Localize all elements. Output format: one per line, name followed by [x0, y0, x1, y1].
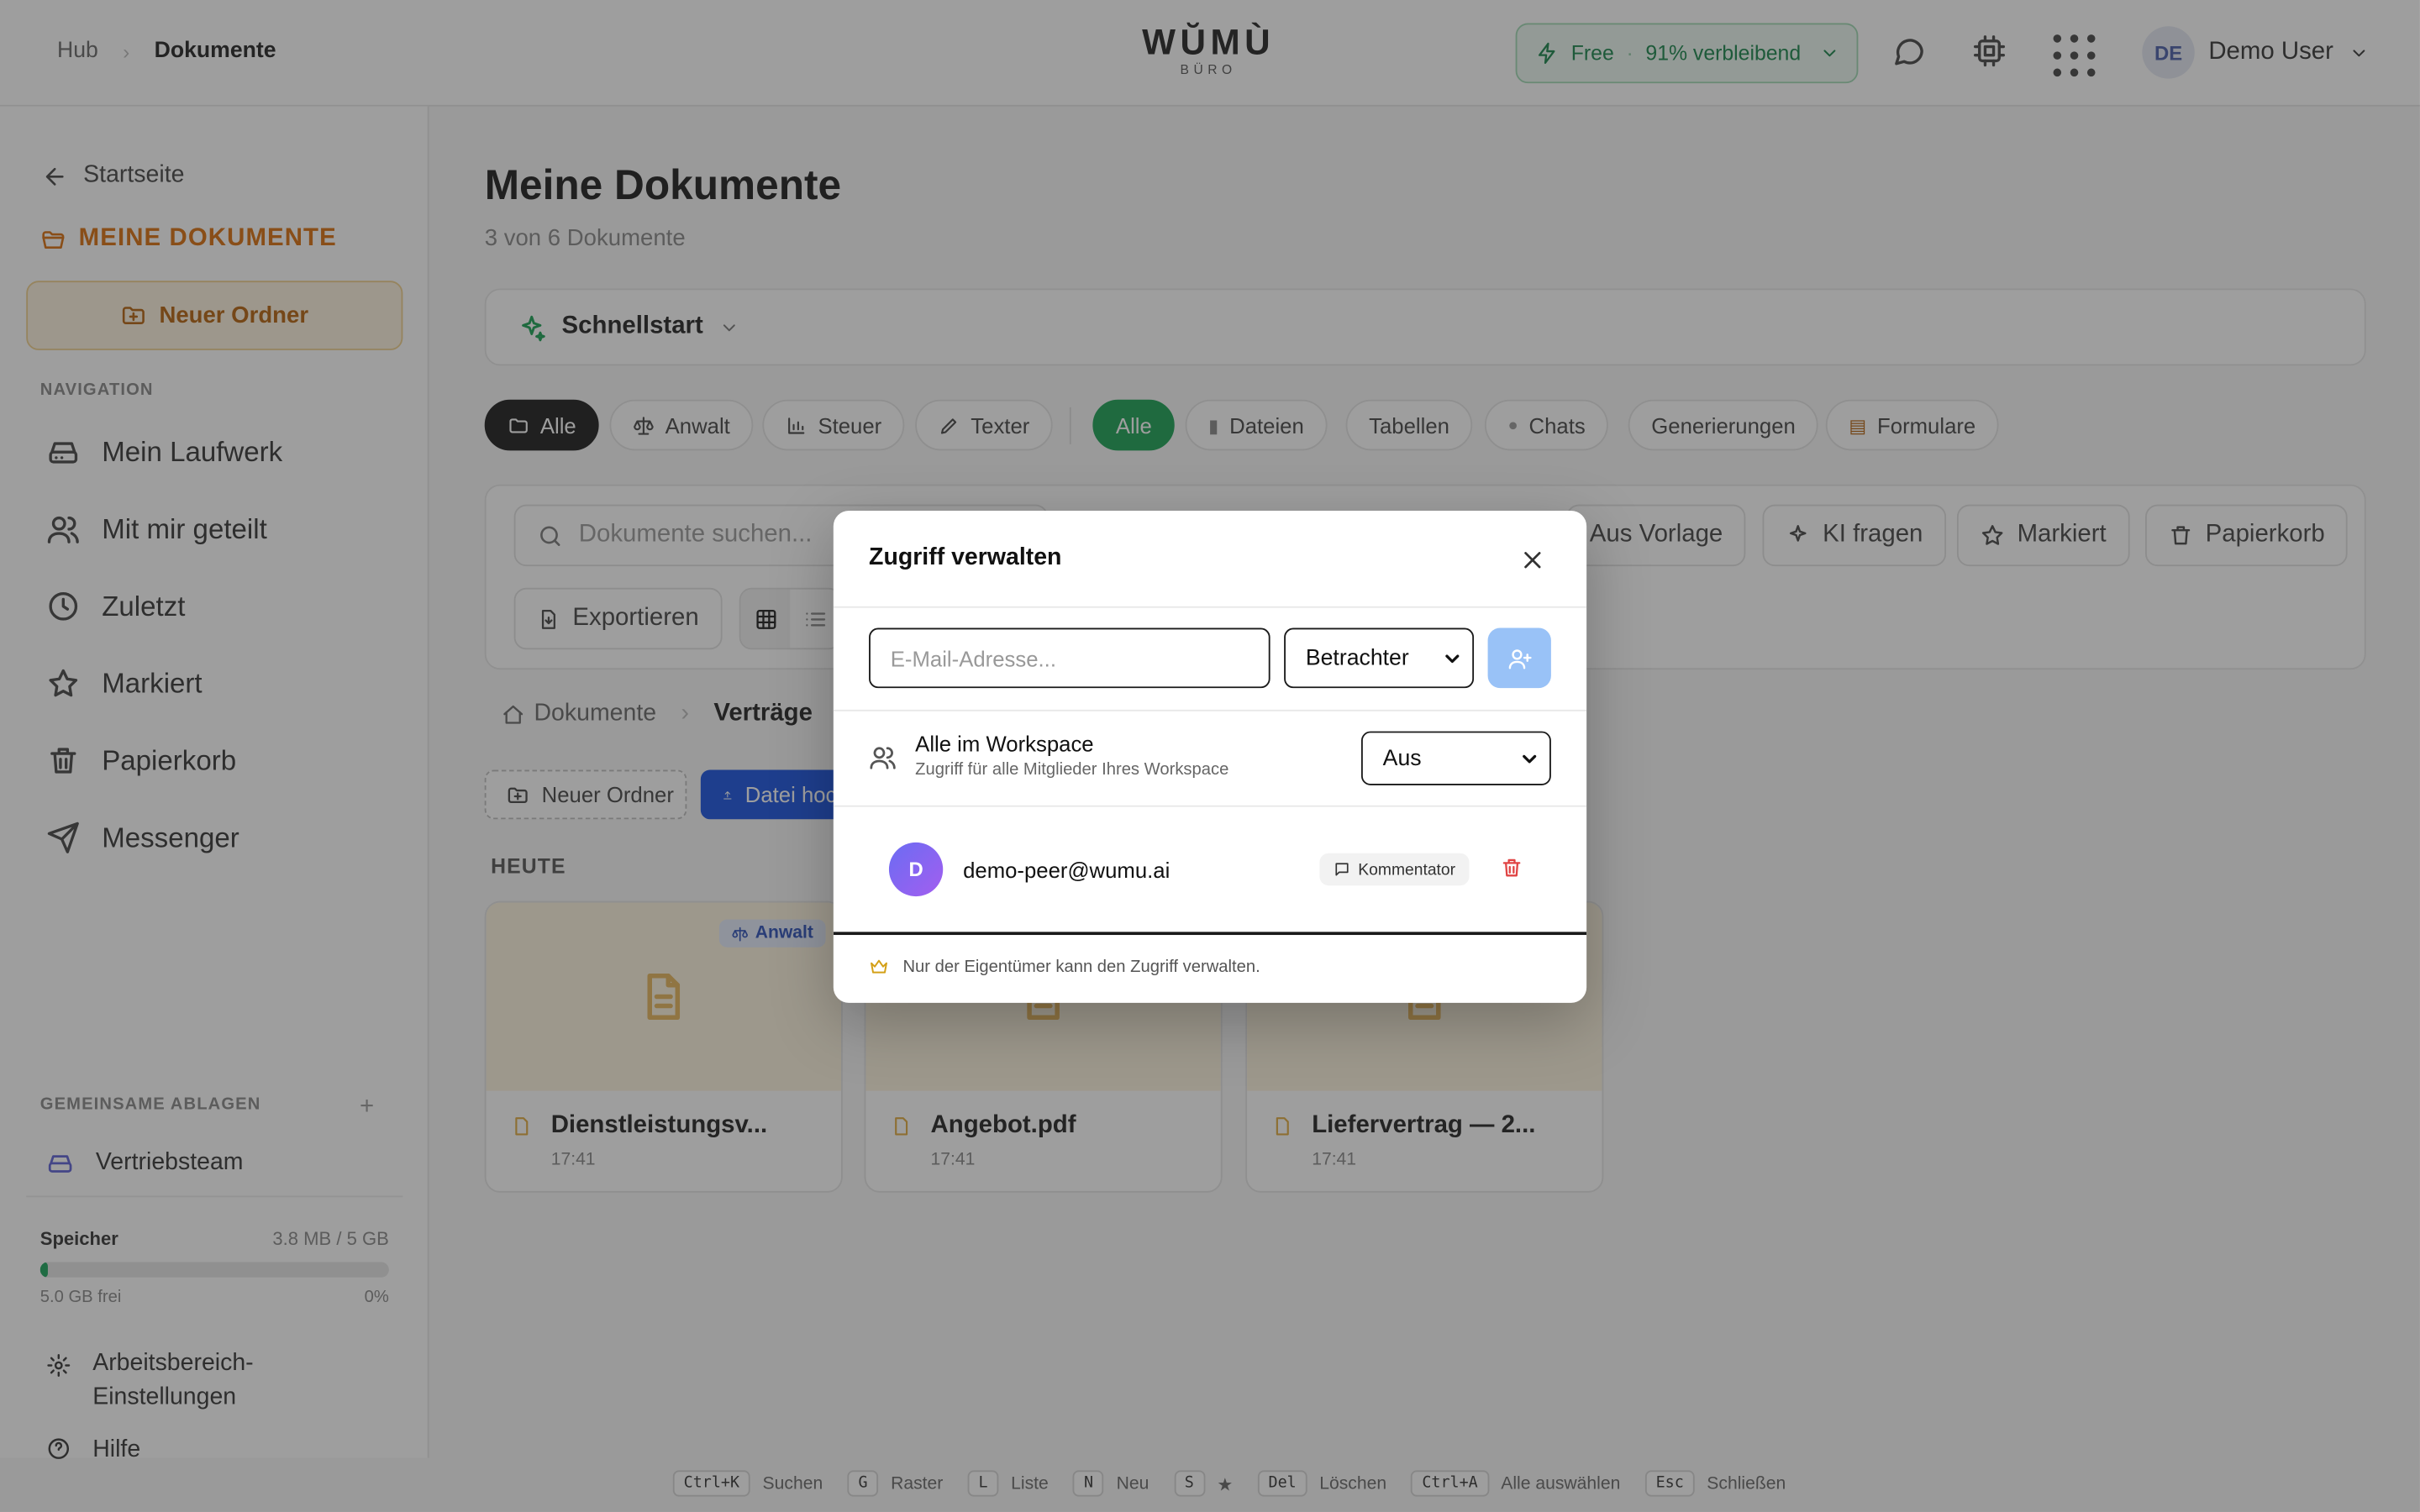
workspace-access-select[interactable]: Aus	[1360, 731, 1551, 785]
divider	[833, 805, 1587, 807]
email-field[interactable]: E-Mail-Adresse...	[869, 627, 1270, 689]
divider	[833, 606, 1587, 608]
divider	[833, 709, 1587, 711]
user-plus-icon	[1507, 648, 1531, 669]
dialog-title: Zugriff verwalten	[869, 544, 1062, 571]
member-role-badge[interactable]: Kommentator	[1319, 853, 1470, 886]
owner-note-text: Nur der Eigentümer kann den Zugriff verw…	[902, 957, 1260, 976]
role-value: Betrachter	[1305, 645, 1409, 671]
workspace-access-value: Aus	[1382, 746, 1422, 771]
email-placeholder: E-Mail-Adresse...	[890, 645, 1056, 671]
member-email: demo-peer@wumu.ai	[963, 858, 1171, 883]
workspace-access-title: Alle im Workspace	[915, 731, 1094, 756]
comment-icon	[1335, 863, 1349, 876]
crown-icon	[871, 959, 887, 974]
chevron-down-icon	[1523, 753, 1537, 763]
manage-access-dialog: Zugriff verwalten E-Mail-Adresse... Betr…	[833, 510, 1587, 1003]
workspace-access-subtitle: Zugriff für alle Mitglieder Ihres Worksp…	[915, 760, 1229, 780]
chevron-down-icon	[1445, 654, 1460, 663]
users-icon	[870, 747, 896, 769]
app-root: Hub › Dokumente WŬMÙ BÜRO Free · 91% ver…	[0, 0, 2420, 1512]
role-select[interactable]: Betrachter	[1284, 627, 1475, 689]
member-avatar: D	[888, 842, 944, 897]
divider	[833, 932, 1587, 936]
close-icon[interactable]	[1518, 546, 1546, 574]
owner-note: Nur der Eigentümer kann den Zugriff verw…	[869, 957, 1260, 977]
member-role-label: Kommentator	[1358, 859, 1456, 879]
trash-icon[interactable]	[1500, 856, 1523, 879]
add-user-button[interactable]	[1487, 627, 1551, 689]
